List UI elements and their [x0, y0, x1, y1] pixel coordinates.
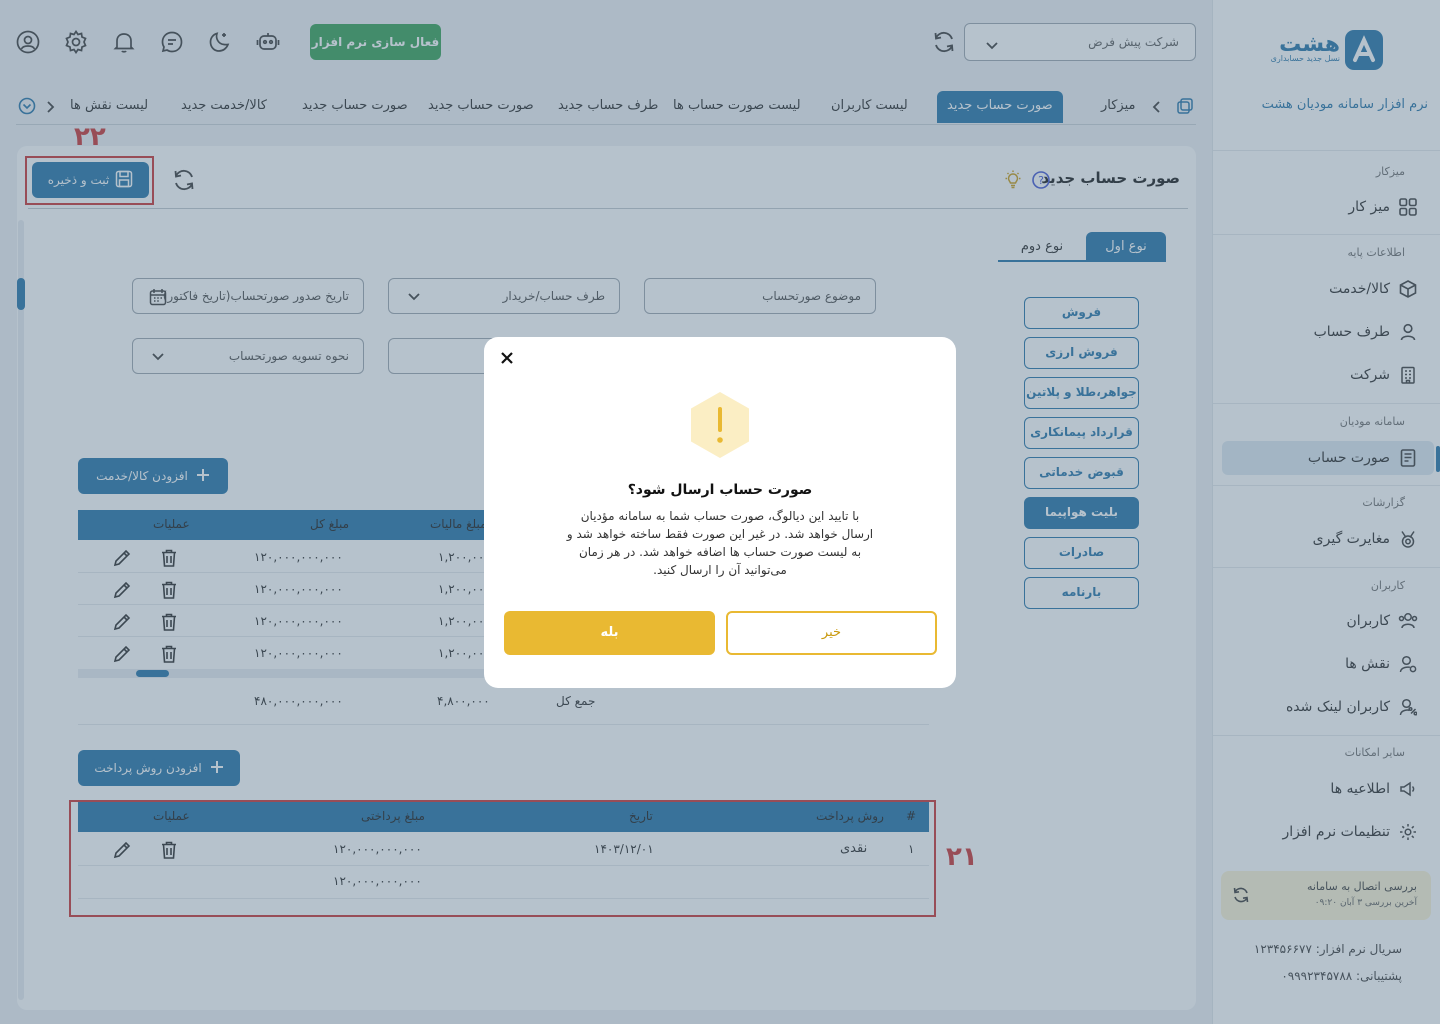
- dialog-message: با تایید این دیالوگ، صورت حساب شما به سا…: [566, 509, 874, 577]
- confirm-yes-button[interactable]: بله: [504, 611, 715, 655]
- dialog-title: صورت حساب ارسال شود؟: [627, 482, 813, 498]
- exclamation-hexagon-icon: [688, 390, 752, 460]
- send-invoice-dialog: صورت حساب ارسال شود؟ با تایید این دیالوگ…: [484, 337, 956, 688]
- close-icon[interactable]: [498, 349, 516, 367]
- confirm-no-button[interactable]: خیر: [726, 611, 937, 655]
